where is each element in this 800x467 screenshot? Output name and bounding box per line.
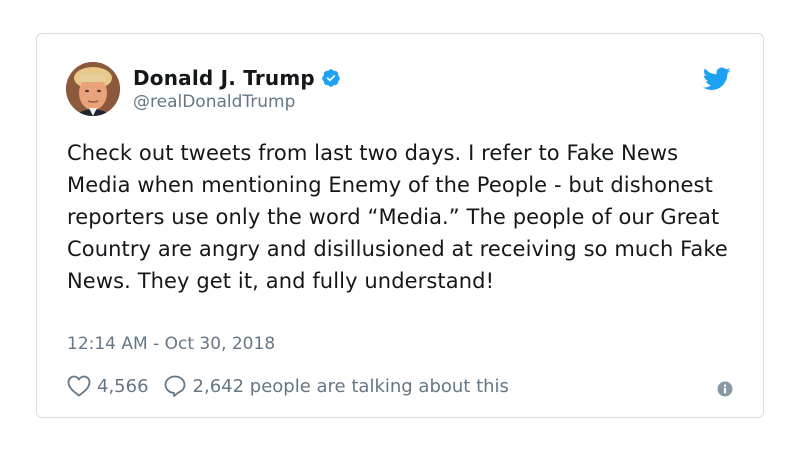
info-icon[interactable] — [717, 381, 733, 397]
tweet-text: Check out tweets from last two days. I r… — [67, 141, 728, 293]
author-handle[interactable]: @realDonaldTrump — [133, 92, 295, 112]
tweet-timestamp[interactable]: 12:14 AM - Oct 30, 2018 — [67, 334, 275, 354]
talking-count[interactable]: 2,642 people are talking about this — [193, 376, 509, 397]
tweet-actions: 4,566 2,642 people are talking about thi… — [67, 372, 509, 400]
speech-bubble-icon[interactable] — [163, 374, 187, 398]
twitter-bird-icon[interactable] — [702, 67, 731, 91]
heart-icon[interactable] — [67, 375, 91, 397]
like-count[interactable]: 4,566 — [97, 376, 149, 397]
avatar[interactable] — [66, 62, 120, 116]
verified-badge-icon — [321, 68, 341, 88]
tweet-card[interactable]: Donald J. Trump @realDonaldTrump Check o… — [36, 33, 764, 418]
author-name[interactable]: Donald J. Trump — [133, 66, 315, 90]
author-row: Donald J. Trump — [133, 64, 341, 92]
